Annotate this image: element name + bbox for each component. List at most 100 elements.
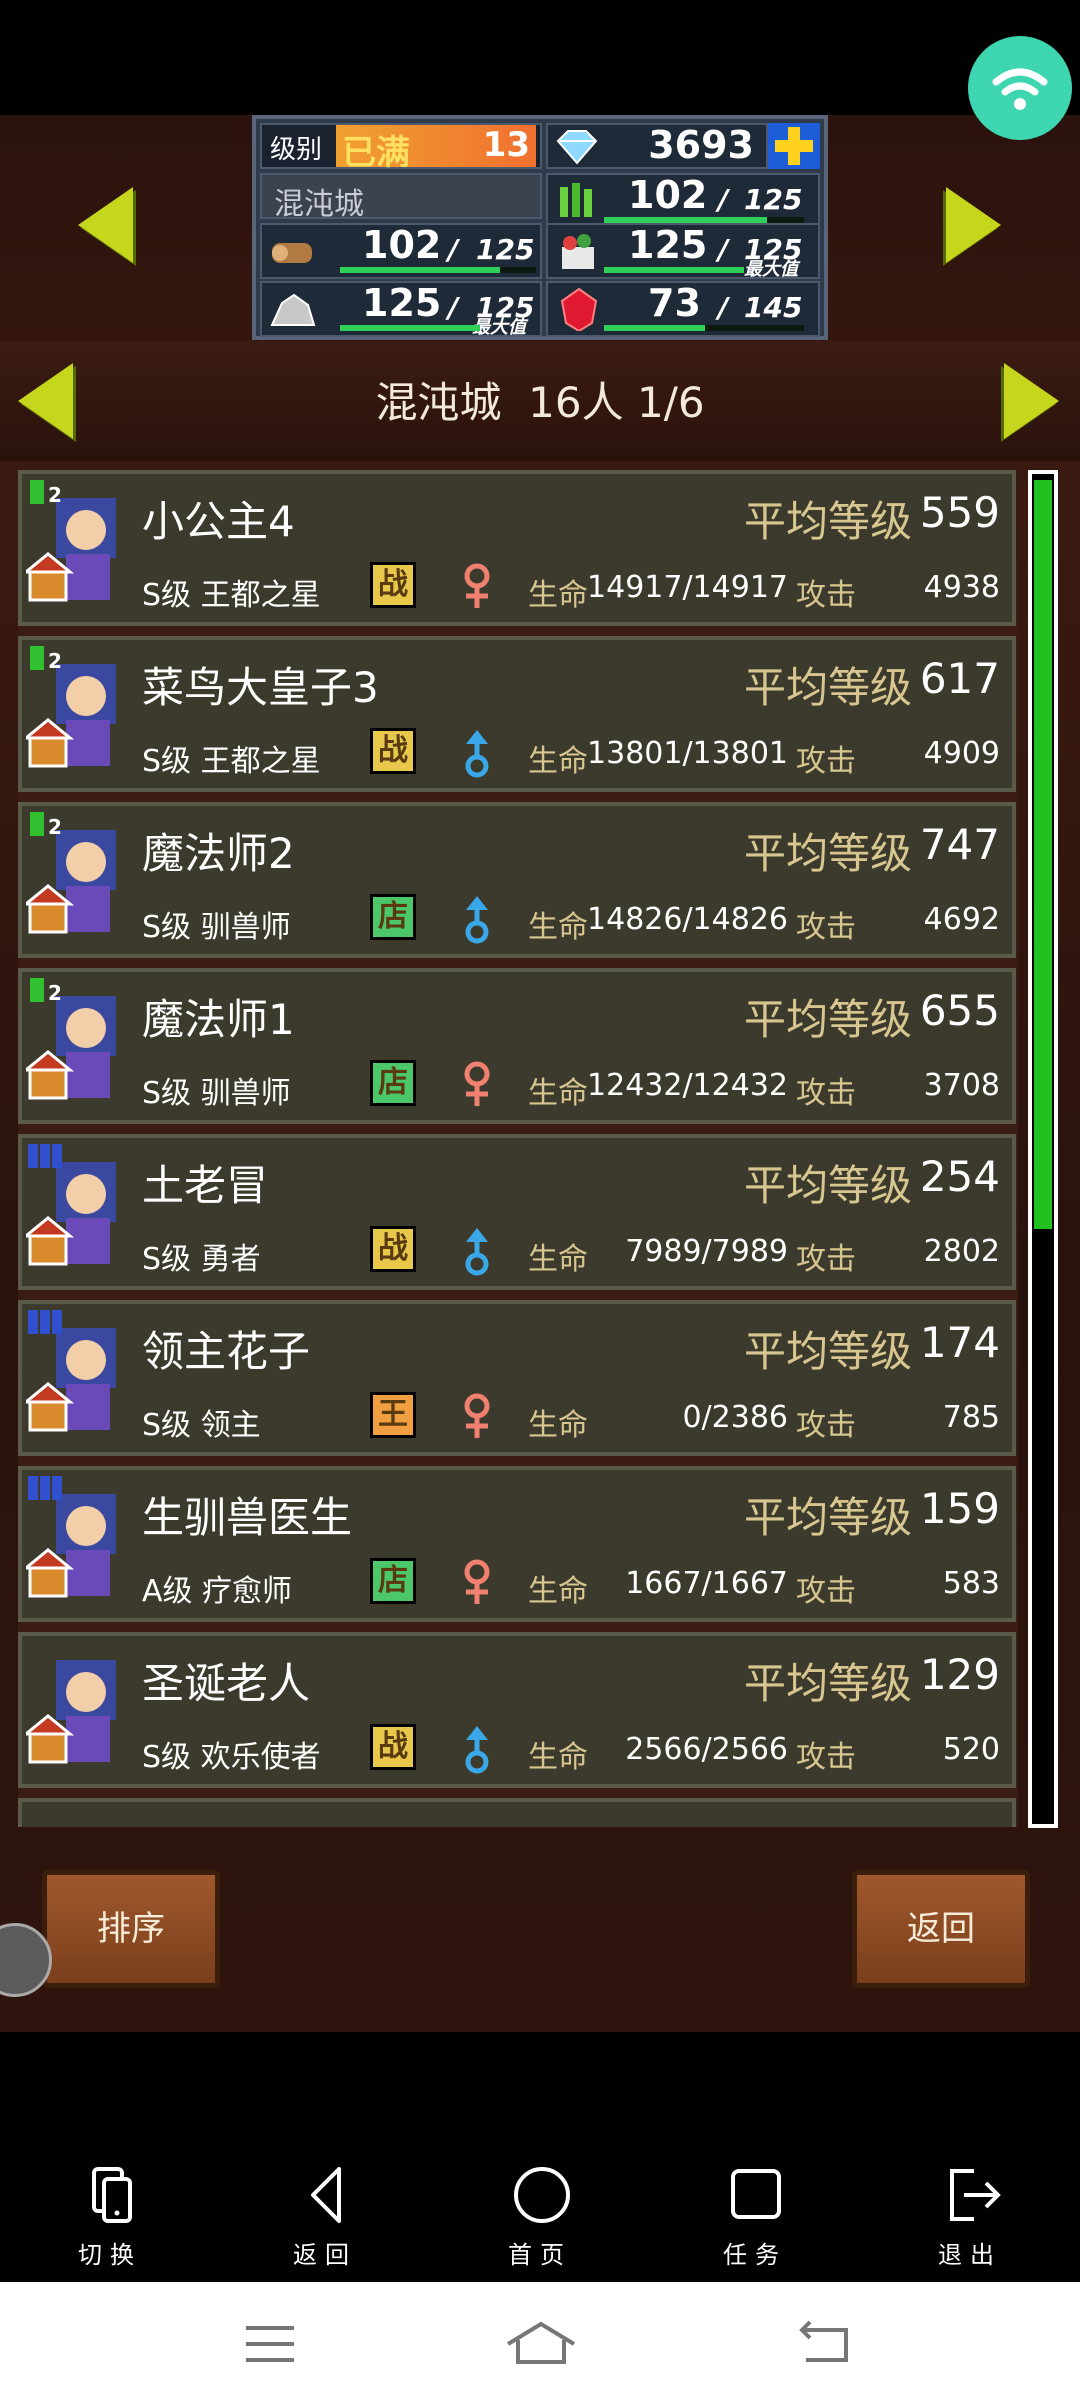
role-badge: 王	[370, 1392, 416, 1438]
role-badge: 战	[370, 1724, 416, 1770]
level-value: 13	[482, 125, 530, 165]
character-name: 魔法师1	[142, 995, 295, 1044]
ruby-bar	[604, 325, 804, 331]
svg-text:2: 2	[48, 981, 62, 1005]
ore-max-tag: 最大值	[472, 317, 526, 338]
character-portrait: 2	[26, 978, 116, 1100]
prev-city-arrow[interactable]	[78, 187, 133, 263]
crops-value: 102	[628, 173, 708, 217]
nav-back-button[interactable]: 返回	[255, 2165, 395, 2285]
resident-card[interactable]: 圣诞老人 平均等级 129 S级 欢乐使者战生命 2566/2566 攻击 520	[18, 1632, 1016, 1788]
role-badge: 战	[370, 728, 416, 774]
system-nav-bar	[0, 2282, 1080, 2408]
avg-level-value: 129	[919, 1650, 1000, 1699]
character-portrait	[26, 1144, 116, 1266]
resident-card[interactable]: 2 菜鸟大皇子3 平均等级 617 S级 王都之星战生命 13801/13801 攻击 490…	[18, 636, 1016, 792]
resident-card[interactable]: 2 小公主4 平均等级 559 S级 王都之星战生命 14917/14917 攻击 4938	[18, 470, 1016, 626]
attack-label: 攻击	[796, 1574, 856, 1609]
resident-card[interactable]: 领主花子 平均等级 174 S级 领主王生命 0/2386 攻击 785	[18, 1300, 1016, 1456]
hp-value: 14917/14917	[587, 570, 788, 605]
task-square-icon	[731, 2169, 781, 2219]
svg-text:2: 2	[48, 483, 62, 507]
attack-label: 攻击	[796, 744, 856, 779]
nav-home-button[interactable]: 首页	[470, 2165, 610, 2285]
resident-card[interactable]: 2 魔法师2 平均等级 747 S级 驯兽师店生命 14826/14826 攻击 4692	[18, 802, 1016, 958]
attack-value: 4692	[923, 902, 1000, 937]
character-job: S级 驯兽师	[142, 910, 291, 945]
male-icon	[454, 894, 500, 944]
nav-exit-button[interactable]: 退出	[900, 2165, 1040, 2285]
nav-home-label: 首页	[508, 2241, 572, 2269]
ore-value: 125	[362, 281, 442, 325]
female-icon	[454, 1392, 500, 1442]
nav-switch-label: 切换	[78, 2241, 142, 2269]
character-portrait	[26, 1310, 116, 1432]
level-cell: 级别 已满 13	[260, 123, 542, 173]
resident-card[interactable]: 2 魔法师1 平均等级 655 S级 驯兽师店生命 12432/12432 攻击 3708	[18, 968, 1016, 1124]
page-indicator: 1/6	[636, 378, 705, 427]
system-back-icon[interactable]	[796, 2318, 852, 2368]
city-name: 混沌城	[274, 187, 364, 222]
avg-level-value: 159	[919, 1484, 1000, 1533]
resource-panel: 级别 已满 13 3693 混沌城 102 / 125 102 / 125 12…	[252, 115, 828, 340]
scrollbar-thumb[interactable]	[1034, 480, 1052, 1229]
female-icon	[454, 562, 500, 612]
attack-label: 攻击	[796, 1076, 856, 1111]
avg-level-label: 平均等级	[743, 1493, 912, 1542]
male-icon	[454, 1724, 500, 1774]
character-name: 小公主4	[142, 497, 295, 546]
nav-exit-label: 退出	[938, 2241, 1002, 2269]
avg-level-value: 747	[919, 820, 1000, 869]
attack-label: 攻击	[796, 1408, 856, 1443]
character-portrait: 2	[26, 812, 116, 934]
ruby-cell: 73 / 145	[546, 281, 820, 337]
back-triangle-icon	[311, 2167, 341, 2223]
hp-value: 13801/13801	[587, 736, 788, 771]
character-name: 领主花子	[142, 1327, 311, 1376]
hp-value: 1667/1667	[625, 1566, 788, 1601]
character-name: 魔法师2	[142, 829, 295, 878]
system-home-icon[interactable]	[504, 2318, 578, 2368]
city-title: 混沌城 16人 1/6	[0, 369, 1080, 430]
resident-card[interactable]: 生驯兽医生 平均等级 159 A级 疗愈师店生命 1667/1667 攻击 583	[18, 1466, 1016, 1622]
ruby-max: 145	[744, 291, 803, 324]
nav-switch-button[interactable]: 切换	[40, 2165, 180, 2285]
back-button[interactable]: 返回	[852, 1870, 1030, 1988]
resident-list[interactable]: 2 小公主4 平均等级 559 S级 王都之星战生命 14917/14917 攻击 4938 2…	[18, 470, 1018, 1827]
attack-value: 4909	[923, 736, 1000, 771]
ore-rock-icon	[270, 293, 316, 326]
food-max-tag: 最大值	[744, 259, 798, 280]
nav-task-button[interactable]: 任务	[685, 2165, 825, 2285]
character-portrait	[26, 1476, 116, 1598]
wood-max: 125	[476, 233, 535, 266]
city-title-name: 混沌城	[375, 378, 502, 427]
wifi-icon[interactable]	[968, 36, 1072, 140]
attack-value: 4938	[923, 570, 1000, 605]
exit-icon	[950, 2169, 1001, 2221]
avg-level-label: 平均等级	[743, 1327, 912, 1376]
food-basket-icon	[562, 234, 594, 269]
level-label: 级别	[270, 135, 323, 165]
avg-level-value: 617	[919, 654, 1000, 703]
gem-cell: 3693	[546, 123, 768, 169]
city-header: 混沌城 16人 1/6	[0, 341, 1080, 461]
nav-task-label: 任务	[723, 2241, 787, 2269]
avg-level-value: 174	[919, 1318, 1000, 1367]
hp-value: 14826/14826	[587, 902, 788, 937]
next-city-arrow[interactable]	[946, 187, 1001, 263]
resident-card[interactable]: 土老冒 平均等级 254 S级 勇者战生命 7989/7989 攻击 2802	[18, 1134, 1016, 1290]
menu-icon[interactable]	[242, 2322, 298, 2366]
male-icon	[454, 728, 500, 778]
attack-value: 785	[942, 1400, 1000, 1435]
add-gems-button[interactable]	[768, 123, 820, 169]
avg-level-label: 平均等级	[743, 497, 912, 546]
crops-max: 125	[744, 183, 803, 216]
ore-cell: 125 / 125 最大值	[260, 281, 542, 338]
max-level-badge: 已满	[342, 133, 410, 173]
resident-card-partial[interactable]	[18, 1798, 1016, 1827]
avg-level-value: 254	[919, 1152, 1000, 1201]
list-scrollbar[interactable]	[1028, 470, 1058, 1828]
character-job: S级 王都之星	[142, 578, 321, 613]
avg-level-label: 平均等级	[743, 995, 912, 1044]
sort-button[interactable]: 排序	[42, 1870, 220, 1988]
